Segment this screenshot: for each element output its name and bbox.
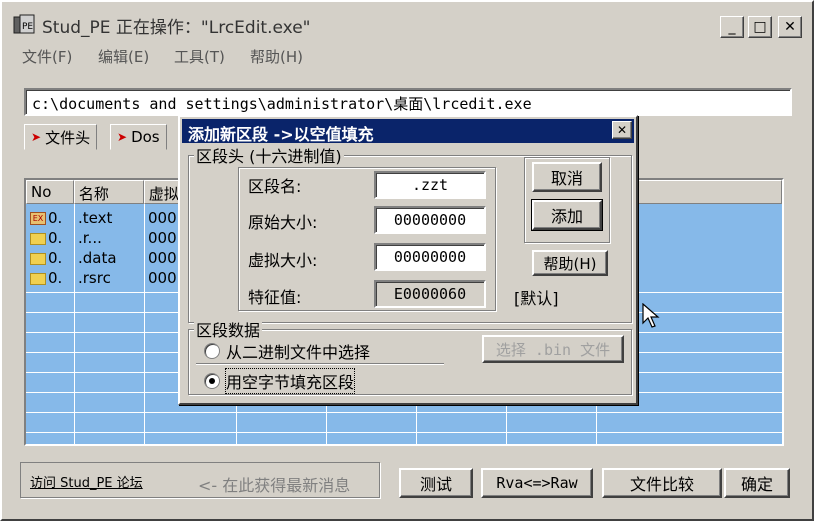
cancel-button[interactable]: 取消 — [532, 162, 602, 192]
row-name: .r... — [78, 229, 102, 247]
row-name: .rsrc — [78, 269, 111, 287]
radio-separator — [196, 363, 444, 365]
close-button[interactable]: ✕ — [778, 16, 802, 38]
test-button[interactable]: 测试 — [399, 468, 473, 498]
close-icon: ✕ — [784, 19, 796, 35]
row-no: 0. — [48, 229, 63, 247]
section-header-legend: 区段头 (十六进制值) — [194, 143, 344, 167]
close-icon: ✕ — [616, 123, 628, 137]
file-path-field[interactable]: c:\documents and settings\administrator\… — [24, 88, 792, 116]
radio-binary[interactable] — [204, 343, 220, 359]
minimize-button[interactable]: _ — [720, 16, 744, 38]
help-button[interactable]: 帮助(H) — [532, 250, 608, 276]
radio-binary-option[interactable]: 从二进制文件中选择 — [204, 339, 370, 363]
row-name: .data — [78, 249, 117, 267]
window-title: Stud_PE 正在操作："LrcEdit.exe" — [42, 18, 311, 38]
dialog-title[interactable]: 添加新区段 ->以空值填充 — [182, 119, 634, 144]
menu-help[interactable]: 帮助(H) — [250, 46, 303, 67]
characteristics-field: E0000060 — [374, 280, 486, 308]
tab-label: 文件头 — [45, 128, 91, 147]
maximize-button[interactable]: □ — [748, 16, 772, 38]
row-name: .text — [78, 209, 113, 227]
rva-raw-button[interactable]: Rva<=>Raw — [481, 468, 593, 498]
ok-button[interactable]: 确定 — [724, 468, 790, 498]
folder-icon — [30, 272, 46, 285]
exe-icon: EX — [30, 212, 46, 225]
title-bar[interactable]: PE Stud_PE 正在操作："LrcEdit.exe" _ □ ✕ — [4, 4, 810, 42]
maximize-icon: □ — [753, 19, 767, 35]
dialog-close-button[interactable]: ✕ — [612, 121, 632, 139]
column-header-name[interactable]: 名称 — [73, 180, 144, 204]
svg-text:PE: PE — [22, 22, 33, 32]
folder-icon — [30, 252, 46, 265]
section-name-field[interactable]: .zzt — [374, 171, 486, 199]
radio-fill[interactable] — [204, 373, 220, 389]
radio-fill-label: 用空字节填充区段 — [224, 368, 356, 394]
section-data-legend: 区段数据 — [194, 317, 263, 341]
tab-label: Dos — [131, 128, 160, 146]
virtual-size-label: 虚拟大小: — [248, 251, 318, 270]
tab-dos[interactable]: ➤ Dos — [110, 124, 167, 150]
virtual-size-field[interactable]: 00000000 — [374, 243, 486, 271]
default-label: [默认] — [514, 289, 559, 308]
add-button[interactable]: 添加 — [531, 199, 603, 231]
app-icon: PE — [13, 14, 35, 34]
row-no: 0. — [48, 269, 63, 287]
name-label: 区段名: — [248, 177, 302, 196]
column-header-no[interactable]: No — [26, 180, 74, 204]
radio-fill-option[interactable]: 用空字节填充区段 — [204, 368, 356, 394]
folder-icon — [30, 232, 46, 245]
forum-link[interactable]: 访问 Stud_PE 论坛 — [30, 472, 143, 491]
news-hint: <- 在此获得最新消息 — [198, 476, 351, 495]
row-no: 0. — [48, 209, 63, 227]
menu-edit[interactable]: 编辑(E) — [98, 46, 149, 67]
add-section-dialog: 添加新区段 ->以空值填充 ✕ 区段头 (十六进制值) 区段名: .zzt 原始… — [178, 115, 638, 405]
raw-size-field[interactable]: 00000000 — [374, 206, 486, 234]
mouse-cursor-icon — [642, 303, 660, 328]
arrow-icon: ➤ — [31, 130, 42, 144]
minimize-icon: _ — [728, 19, 736, 35]
tab-file-header[interactable]: ➤ 文件头 — [24, 124, 98, 150]
characteristics-label: 特征值: — [248, 288, 302, 307]
select-bin-button[interactable]: 选择 .bin 文件 — [482, 335, 624, 363]
arrow-icon: ➤ — [117, 130, 128, 144]
row-no: 0. — [48, 249, 63, 267]
file-compare-button[interactable]: 文件比较 — [602, 468, 722, 498]
raw-size-label: 原始大小: — [248, 213, 318, 232]
radio-binary-label: 从二进制文件中选择 — [226, 343, 371, 362]
menu-file[interactable]: 文件(F) — [22, 46, 72, 67]
menu-tools[interactable]: 工具(T) — [174, 46, 225, 67]
radio-selected-dot — [209, 378, 215, 384]
